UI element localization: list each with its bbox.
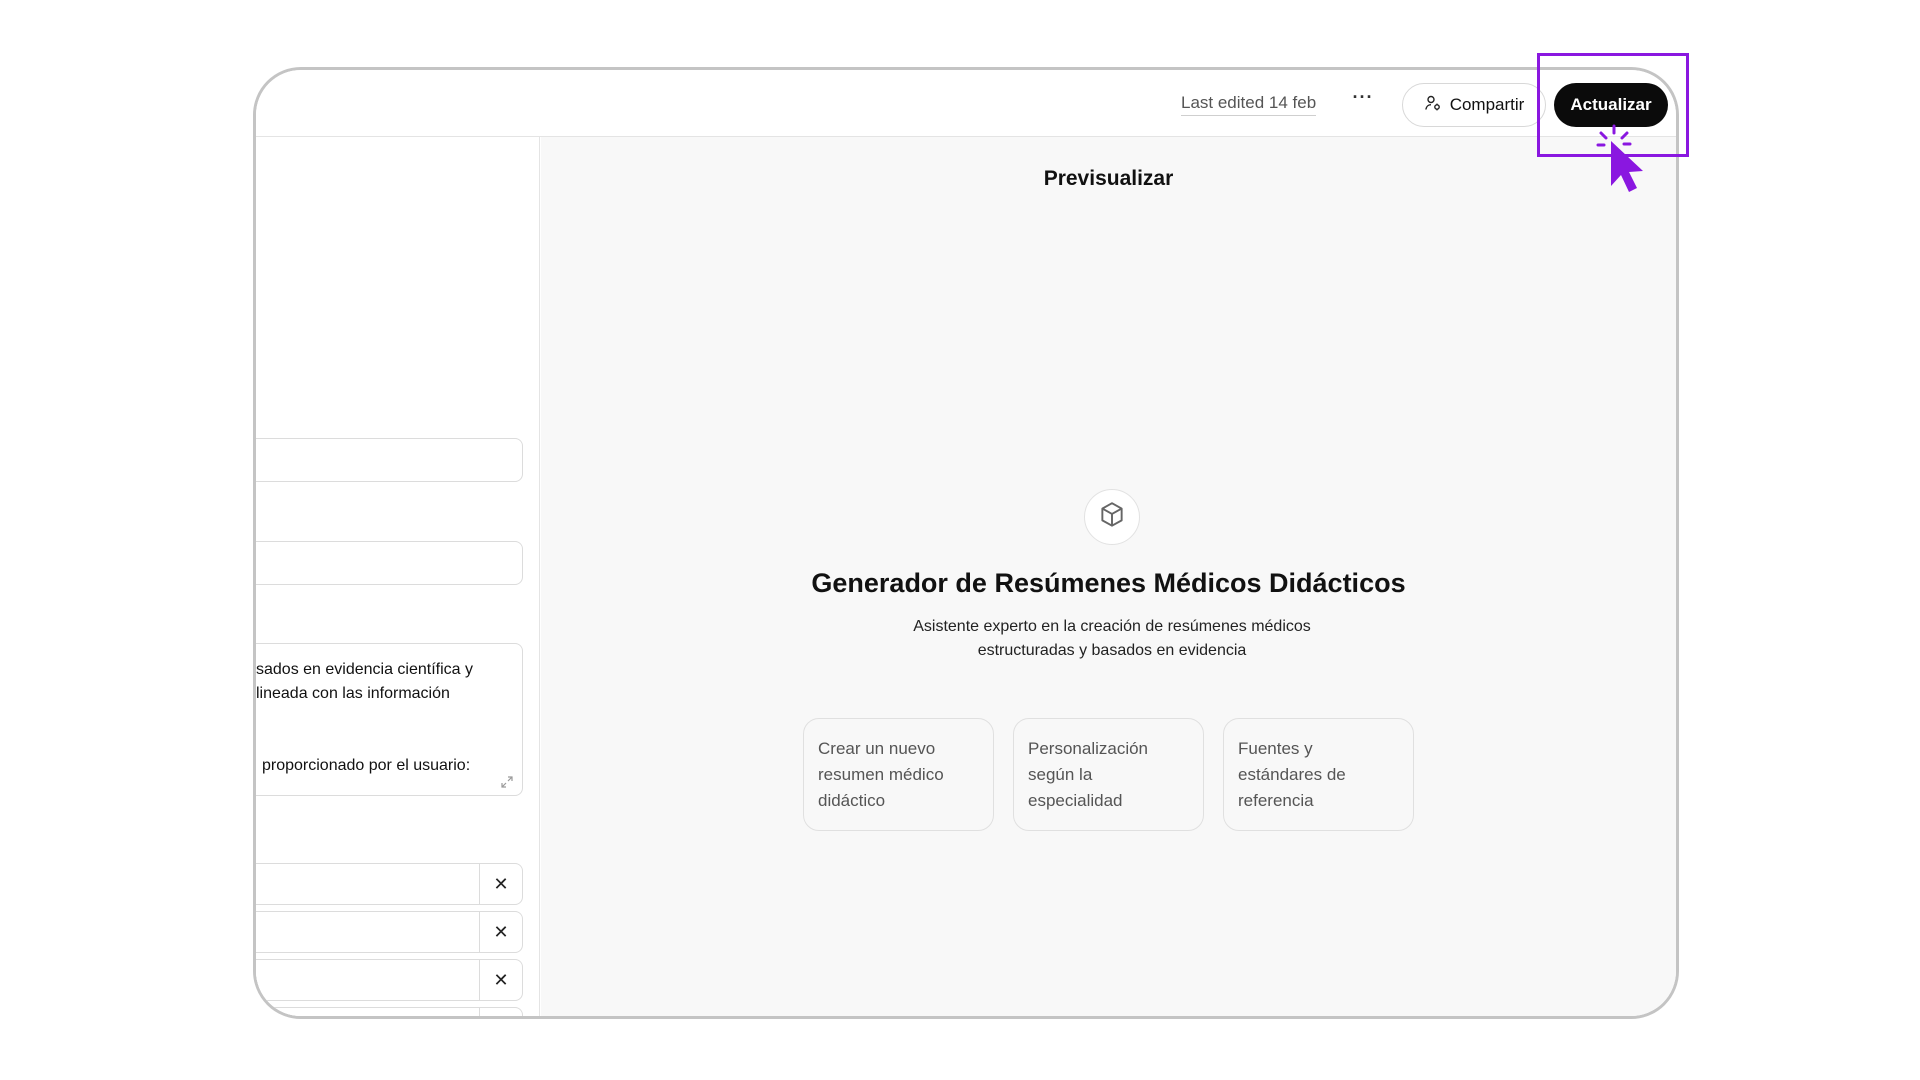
config-input-field[interactable]	[256, 541, 523, 585]
textarea-text-line: proporcionado por el usuario:	[262, 757, 471, 774]
conversation-starter-input[interactable]	[256, 1007, 480, 1016]
more-options-button[interactable]: ···	[1348, 84, 1378, 114]
cube-icon	[1097, 500, 1127, 535]
conversation-starter-row: ✕	[256, 1007, 523, 1016]
share-button[interactable]: Compartir	[1402, 83, 1546, 127]
conversation-starter-input[interactable]	[256, 911, 480, 953]
conversation-starter-row: ✕	[256, 959, 523, 1001]
suggestion-card[interactable]: Fuentes y estándares de referencia	[1223, 718, 1414, 831]
conversation-starter-row: ✕	[256, 911, 523, 953]
agent-name: Generador de Resúmenes Médicos Didáctico…	[811, 568, 1406, 598]
preview-panel: Previsualizar Generador de Resúmenes Méd…	[541, 137, 1676, 1016]
top-bar: Last edited 14 feb ··· Compartir Actuali…	[256, 70, 1676, 137]
suggestion-card[interactable]: Personalización según la especialidad	[1013, 718, 1204, 831]
agent-avatar	[1084, 489, 1140, 545]
agent-description: Asistente experto en la creación de resú…	[913, 618, 1311, 659]
conversation-starter-input[interactable]	[256, 863, 480, 905]
remove-button[interactable]: ✕	[479, 911, 523, 953]
suggestion-card[interactable]: Crear un nuevo resumen médico didáctico	[803, 718, 994, 831]
remove-button[interactable]: ✕	[479, 863, 523, 905]
remove-button[interactable]: ✕	[479, 1007, 523, 1016]
user-share-icon	[1424, 94, 1442, 117]
config-input-field[interactable]	[256, 438, 523, 482]
preview-title: Previsualizar	[1043, 167, 1174, 190]
instructions-textarea[interactable]: sados en evidencia científica y lineada …	[256, 643, 523, 796]
conversation-starter-row: ✕	[256, 863, 523, 905]
click-cursor-icon	[1590, 124, 1650, 194]
textarea-text-line: sados en evidencia científica y	[256, 661, 474, 678]
share-button-label: Compartir	[1449, 95, 1525, 114]
remove-button[interactable]: ✕	[479, 959, 523, 1001]
conversation-starter-input[interactable]	[256, 959, 480, 1001]
textarea-text-line: lineada con las información	[256, 685, 450, 702]
last-edited-link[interactable]: Last edited 14 feb	[1181, 93, 1317, 116]
configuration-panel: sados en evidencia científica y lineada …	[256, 137, 540, 1016]
resize-icon[interactable]	[500, 773, 514, 788]
app-window: Last edited 14 feb ··· Compartir Actuali…	[253, 67, 1679, 1019]
